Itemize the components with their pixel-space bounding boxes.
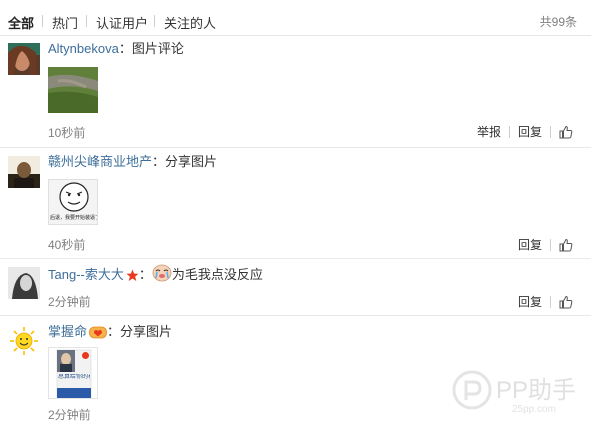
thumbs-up-icon[interactable] [559, 238, 573, 252]
username-link[interactable]: 赣州尖峰商业地产 [48, 154, 152, 169]
comment-timestamp: 40秒前 [48, 238, 86, 252]
comment-item: Altynbekova：图片评论 10秒前 举报 回复 [0, 36, 591, 148]
meme-image-thumbnail[interactable]: 后退，我要开始装逼了 [48, 179, 98, 225]
tab-all[interactable]: 全部 [8, 13, 34, 32]
tab-following[interactable]: 关注的人 [164, 13, 216, 32]
crying-face-icon [152, 262, 172, 282]
colon: ： [138, 267, 152, 282]
tab-divider [154, 15, 155, 27]
action-divider [550, 238, 551, 251]
tab-verified-users[interactable]: 认证用户 [96, 13, 148, 32]
avatar[interactable] [8, 325, 40, 357]
watermark-brand: PP助手 [496, 377, 577, 404]
comment-line: Altynbekova：图片评论 [48, 41, 184, 57]
action-divider [508, 125, 510, 138]
avatar[interactable] [8, 267, 40, 299]
avatar[interactable] [8, 156, 40, 188]
comment-text: 分享图片 [165, 154, 218, 169]
watermark-url: 25pp.com [512, 404, 556, 415]
username-link[interactable]: Altynbekova [48, 41, 119, 56]
report-button[interactable]: 举报 [477, 123, 501, 140]
tab-divider [42, 15, 43, 27]
book-cover-thumbnail[interactable]: 总算给你的礼物 [48, 347, 98, 399]
comment-line: 掌握命 ： 分享图片 [48, 324, 172, 340]
pp-assistant-watermark: PP助手 25pp.com [452, 366, 582, 422]
colon: ： [118, 41, 132, 56]
comment-text: 图片评论 [131, 41, 184, 56]
avatar[interactable] [8, 43, 40, 75]
comment-line: Tang--索大大 ： 为毛我点没反应 [48, 264, 263, 283]
comment-actions: 回复 [518, 293, 573, 310]
colon: ： [107, 324, 121, 339]
username-link[interactable]: Tang--索大大 [48, 267, 124, 283]
comment-filter-tabs: 全部 热门 认证用户 关注的人 共99条 [0, 0, 591, 36]
comment-image-thumbnail[interactable] [48, 67, 98, 113]
action-divider [550, 295, 551, 308]
pp-logo-icon [452, 370, 492, 410]
book-title: 总算给你的礼物 [58, 374, 90, 380]
reply-button[interactable]: 回复 [518, 236, 542, 253]
comment-text: 为毛我点没反应 [171, 267, 263, 282]
action-divider [550, 125, 551, 138]
comment-actions: 回复 [518, 236, 573, 253]
comment-text: 分享图片 [120, 324, 173, 339]
meme-caption: 后退，我要开始装逼了 [50, 215, 98, 221]
comment-timestamp: 2分钟前 [48, 408, 91, 422]
yellow-medal-icon [89, 325, 107, 339]
username-link[interactable]: 掌握命 [48, 324, 87, 340]
reply-button[interactable]: 回复 [518, 123, 542, 140]
red-star-icon [126, 269, 139, 282]
tab-hot[interactable]: 热门 [52, 13, 78, 32]
reply-button[interactable]: 回复 [518, 293, 542, 310]
colon: ： [152, 154, 166, 169]
tab-divider [86, 15, 87, 27]
thumbs-up-icon[interactable] [559, 125, 573, 139]
comment-line: 赣州尖峰商业地产：分享图片 [48, 154, 217, 170]
thumbs-up-icon[interactable] [559, 295, 573, 309]
comment-total-count: 共99条 [539, 15, 577, 29]
comment-actions: 举报 回复 [477, 123, 573, 140]
comment-timestamp: 10秒前 [48, 126, 86, 140]
comment-timestamp: 2分钟前 [48, 295, 91, 309]
comment-item: 赣州尖峰商业地产：分享图片 后退，我要开始装逼了 40秒前 回复 [0, 148, 591, 259]
comment-item: Tang--索大大 ： 为毛我点没反应 2分钟前 回复 [0, 259, 591, 316]
